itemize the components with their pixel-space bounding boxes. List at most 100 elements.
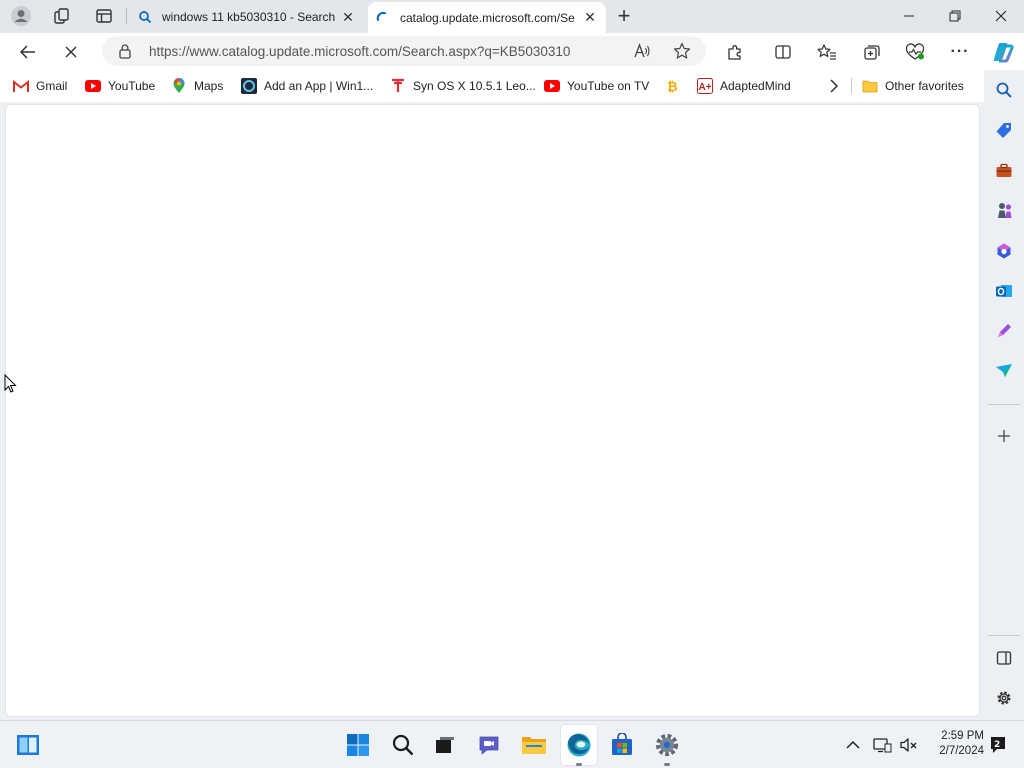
toolbox-icon xyxy=(996,163,1012,177)
system-clock[interactable]: 2:59 PM 2/7/2024 xyxy=(928,729,984,759)
sidebar-designer-button[interactable] xyxy=(992,319,1016,343)
close-tab-icon[interactable]: ✕ xyxy=(340,9,356,25)
tab-actions-button[interactable] xyxy=(90,4,118,28)
volume-button[interactable] xyxy=(896,729,922,761)
chevron-up-icon xyxy=(846,740,860,749)
microsoft-store-icon xyxy=(612,733,632,755)
taskbar-search-button[interactable] xyxy=(387,729,419,761)
sidebar-microsoft365-button[interactable] xyxy=(992,239,1016,263)
favorites-bar: Gmail YouTube Maps Add an App | Win1... … xyxy=(0,70,984,102)
sidebar-shopping-button[interactable] xyxy=(992,119,1016,143)
settings-app-button[interactable] xyxy=(651,729,683,761)
mouse-cursor-icon xyxy=(4,374,17,393)
collections-button[interactable] xyxy=(857,37,887,67)
favorite-label: Maps xyxy=(194,79,224,93)
lock-icon[interactable] xyxy=(118,43,132,59)
workspaces-button[interactable] xyxy=(48,4,76,28)
sidebar-drop-button[interactable] xyxy=(992,359,1016,383)
widgets-button[interactable] xyxy=(12,729,44,761)
restore-button[interactable] xyxy=(932,0,978,32)
notifications-button[interactable]: 2 xyxy=(986,729,1010,761)
task-view-button[interactable] xyxy=(429,729,461,761)
other-favorites-folder[interactable]: Other favorites xyxy=(862,76,964,96)
workspaces-icon xyxy=(54,8,69,24)
microsoft-store-button[interactable] xyxy=(606,729,638,761)
windows-start-icon xyxy=(347,734,369,756)
favorites-button[interactable] xyxy=(812,37,842,67)
edge-sidebar xyxy=(984,70,1024,720)
favorite-label: Other favorites xyxy=(885,79,964,93)
favorite-maps[interactable]: Maps xyxy=(171,76,223,96)
favorite-label: Add an App | Win1... xyxy=(264,79,374,93)
chat-button[interactable] xyxy=(473,729,505,761)
more-favorites-button[interactable] xyxy=(828,76,840,96)
favorite-star-icon[interactable] xyxy=(673,42,691,60)
read-aloud-icon[interactable] xyxy=(633,43,651,59)
puzzle-icon xyxy=(728,45,741,60)
sidebar-separator xyxy=(988,404,1020,405)
stop-loading-button[interactable] xyxy=(56,37,86,67)
syn-icon xyxy=(390,78,406,94)
new-tab-button[interactable]: + xyxy=(610,3,638,28)
network-icon xyxy=(873,738,892,753)
favorite-youtube-on-tv[interactable]: YouTube on TV xyxy=(544,76,649,96)
close-window-button[interactable] xyxy=(978,0,1024,32)
sidebar-games-button[interactable] xyxy=(992,199,1016,223)
volume-muted-icon xyxy=(900,738,917,752)
navigation-toolbar: https://www.catalog.update.microsoft.com… xyxy=(0,33,1024,70)
maps-icon xyxy=(171,78,187,94)
sidebar-tools-button[interactable] xyxy=(992,159,1016,183)
favorite-add-an-app[interactable]: Add an App | Win1... xyxy=(241,76,373,96)
favorite-label: Gmail xyxy=(36,79,68,93)
close-tab-icon[interactable]: ✕ xyxy=(582,9,598,26)
running-indicator xyxy=(576,763,582,766)
sidebar-settings-button[interactable] xyxy=(992,686,1016,710)
favorite-label: YouTube xyxy=(108,79,156,93)
url-text[interactable]: https://www.catalog.update.microsoft.com… xyxy=(149,44,570,59)
profile-button[interactable] xyxy=(7,4,35,28)
search-icon xyxy=(392,734,414,756)
running-indicator xyxy=(664,763,670,766)
tab-separator xyxy=(126,8,127,24)
extensions-button[interactable] xyxy=(720,37,750,67)
split-screen-button[interactable] xyxy=(768,37,798,67)
favorite-label: AdaptedMind xyxy=(720,79,791,93)
favorite-label: Syn OS X 10.5.1 Leo... xyxy=(413,79,536,93)
start-button[interactable] xyxy=(342,729,374,761)
favorite-syn-os[interactable]: Syn OS X 10.5.1 Leo... xyxy=(390,76,536,96)
settings-and-more-button[interactable]: ··· xyxy=(945,37,975,67)
microsoft-365-icon xyxy=(997,243,1011,259)
notification-center-icon: 2 xyxy=(991,737,1005,753)
copilot-button[interactable] xyxy=(988,37,1018,67)
favorite-adaptedmind[interactable]: A+ AdaptedMind xyxy=(697,76,791,96)
hide-sidebar-button[interactable] xyxy=(992,646,1016,670)
address-bar[interactable]: https://www.catalog.update.microsoft.com… xyxy=(102,36,706,66)
file-explorer-button[interactable] xyxy=(518,729,550,761)
tab-search[interactable]: windows 11 kb5030310 - Search ✕ xyxy=(130,2,364,32)
favorite-gmail[interactable]: Gmail xyxy=(13,76,67,96)
taskbar-edge-button[interactable] xyxy=(563,729,595,761)
browser-essentials-button[interactable] xyxy=(900,37,930,67)
gear-icon xyxy=(997,691,1011,705)
tab-catalog[interactable]: catalog.update.microsoft.com/Se ✕ xyxy=(368,2,606,33)
network-status-button[interactable] xyxy=(869,729,895,761)
sidebar-add-button[interactable] xyxy=(992,424,1016,448)
chess-pawn-icon xyxy=(998,203,1012,218)
copilot-icon xyxy=(993,43,1014,63)
favorite-youtube[interactable]: YouTube xyxy=(85,76,155,96)
search-icon xyxy=(139,11,152,24)
svg-text:₿: ₿ xyxy=(667,80,678,94)
sidebar-search-button[interactable] xyxy=(992,78,1016,102)
favorite-bitcoin[interactable]: ₿ xyxy=(664,76,687,96)
shopping-tag-icon xyxy=(996,123,1011,138)
more-icon: ··· xyxy=(950,43,970,60)
show-hidden-icons-button[interactable] xyxy=(839,729,867,761)
vertical-tabs-icon xyxy=(96,9,112,23)
minimize-button[interactable] xyxy=(886,0,932,32)
back-button[interactable] xyxy=(13,37,43,67)
sidebar-outlook-button[interactable] xyxy=(992,279,1016,303)
loading-spinner-icon xyxy=(376,11,386,21)
windows-taskbar: 2:59 PM 2/7/2024 2 xyxy=(0,720,1024,768)
designer-pen-icon xyxy=(998,324,1011,337)
web-page-content[interactable] xyxy=(5,104,980,717)
